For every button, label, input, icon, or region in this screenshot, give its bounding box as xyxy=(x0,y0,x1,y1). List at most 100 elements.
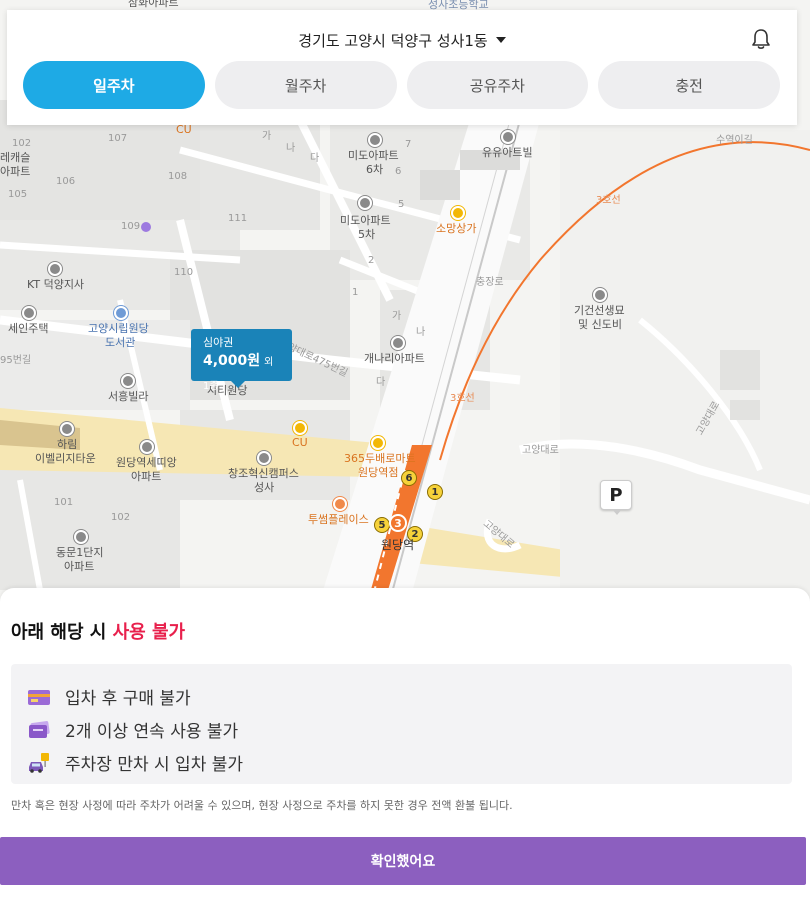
map-label-95beon: 95번길 xyxy=(0,355,32,366)
parking-type-tabs: 일주차 월주차 공유주차 충전 xyxy=(23,61,780,109)
map-label-110: 110 xyxy=(174,267,194,278)
map-label-wdsd-2: 아파트 xyxy=(131,470,162,483)
map-label-gaenari: 개나리아파트 xyxy=(364,352,425,365)
map-label-101: 101 xyxy=(54,497,74,508)
confirm-button[interactable]: 확인했어요 xyxy=(0,837,806,885)
location-text: 경기도 고양시 덕양구 성사1동 xyxy=(298,31,488,50)
restriction-list: 입차 후 구매 불가 2개 이상 연속 사용 불가 주차장 만차 시 입차 불가 xyxy=(11,664,792,784)
map-label-cu-bottom: CU xyxy=(292,436,308,449)
apartment-icon xyxy=(60,422,74,436)
map-label-sein: 세인주택 xyxy=(8,322,49,335)
map-label-hallim-2: 이벨리지타운 xyxy=(35,452,96,465)
map-label-5: 5 xyxy=(398,199,405,210)
restriction-text: 입차 후 구매 불가 xyxy=(65,689,191,709)
store-icon xyxy=(293,421,307,435)
apartment-icon xyxy=(140,440,154,454)
map-label-lemcastle-2: 아파트 xyxy=(0,165,31,178)
restriction-item: 2개 이상 연속 사용 불가 xyxy=(27,713,776,746)
apartment-icon xyxy=(368,133,382,147)
map-label-library-2: 도서관 xyxy=(105,336,136,349)
map-label-chungjang: 충장로 xyxy=(476,277,504,288)
map-label-line3-bottom: 3호선 xyxy=(450,393,475,404)
map-label-2: 2 xyxy=(368,255,375,266)
apartment-icon xyxy=(391,336,405,350)
map-label-na: 나 xyxy=(286,143,296,154)
map-label-hallim: 하림 xyxy=(57,438,78,451)
parking-lot-marker[interactable]: P xyxy=(600,480,632,515)
library-icon xyxy=(114,306,128,320)
current-location-dot xyxy=(141,222,151,232)
monument-icon xyxy=(593,288,607,302)
map-label-111: 111 xyxy=(228,213,248,224)
map-label-changjo-2: 성사 xyxy=(254,481,275,494)
map-label-109: 109 xyxy=(121,221,141,232)
school-icon xyxy=(257,451,271,465)
bell-icon[interactable] xyxy=(751,28,771,50)
map-label-mido5: 미도아파트 xyxy=(340,214,391,227)
map-label-suyeok: 수역이길 xyxy=(716,135,753,146)
house-icon xyxy=(121,374,135,388)
sheet-title-highlight: 사용 불가 xyxy=(112,622,186,643)
cafe-icon xyxy=(333,497,347,511)
map-label-library: 고양시립원당 xyxy=(88,322,149,335)
map-label-seoheung: 서흥빌라 xyxy=(108,390,149,403)
restriction-item: 주차장 만차 시 입차 불가 xyxy=(27,746,776,779)
map-label-mido6-b: 6차 xyxy=(366,163,384,176)
map-label-106: 106 xyxy=(56,176,76,187)
restriction-item: 입차 후 구매 불가 xyxy=(27,680,776,713)
restriction-text: 2개 이상 연속 사용 불가 xyxy=(65,722,239,742)
house-icon xyxy=(22,306,36,320)
map-label-dongmun: 동문1단지 xyxy=(56,546,104,559)
car-parking-icon xyxy=(29,752,49,773)
mart-icon xyxy=(371,436,385,450)
map-label-mart: 365두배로마트 xyxy=(344,452,416,465)
top-filter-card: 경기도 고양시 덕양구 성사1동 일주차 월주차 공유주차 충전 xyxy=(7,10,797,125)
location-selector[interactable]: 경기도 고양시 덕양구 성사1동 xyxy=(7,30,797,50)
map-label-ga: 가 xyxy=(262,131,272,142)
tab-daily-parking[interactable]: 일주차 xyxy=(23,61,205,109)
map-label-na-2: 나 xyxy=(416,327,426,338)
map-label-yuyu: 유유아트빌 xyxy=(482,146,533,159)
shopping-icon xyxy=(451,206,465,220)
map-label-wdsd: 원당역세띠앙 xyxy=(116,456,177,469)
tab-charging[interactable]: 충전 xyxy=(598,61,780,109)
exit-6-badge: 6 xyxy=(401,470,417,486)
map-label-107: 107 xyxy=(108,133,128,144)
map-label-102: 102 xyxy=(12,138,32,149)
office-icon xyxy=(48,262,62,276)
map-label-6: 6 xyxy=(395,166,402,177)
exit-1-badge: 1 xyxy=(427,484,443,500)
ticket-price: 4,000원 외 1종 xyxy=(203,350,280,398)
caret-down-icon xyxy=(495,37,506,43)
ticket-type: 심야권 xyxy=(203,336,234,349)
map-label-changjo: 창조혁신캠퍼스 xyxy=(228,467,299,480)
sheet-title: 아래 해당 시 사용 불가 xyxy=(11,618,185,644)
apartment-icon xyxy=(74,530,88,544)
map-label-7: 7 xyxy=(405,139,412,150)
map-label-goyangdaero-1: 고양대로 xyxy=(522,445,559,456)
map-label-da: 다 xyxy=(310,153,320,164)
map-label-1: 1 xyxy=(352,287,359,298)
ticket-icon xyxy=(29,720,50,738)
map-label-mido5-b: 5차 xyxy=(358,228,376,241)
tab-monthly-parking[interactable]: 월주차 xyxy=(214,61,397,109)
restriction-text: 주차장 만차 시 입차 불가 xyxy=(65,755,244,775)
map-label-kt: KT 덕양지사 xyxy=(27,278,85,291)
parking-price-marker[interactable]: 심야권 4,000원 외 1종 xyxy=(191,329,292,392)
ticket-price-value: 4,000원 xyxy=(203,353,261,369)
map-label-twosome: 투썸플레이스 xyxy=(308,513,369,526)
map-label-samhwa: 삼화아파트 xyxy=(128,0,179,9)
map-label-dongmun-2: 아파트 xyxy=(64,560,95,573)
card-icon xyxy=(28,689,50,705)
refund-notice: 만차 혹은 현장 사정에 따라 주차가 어려울 수 있으며, 현장 사정으로 주… xyxy=(11,799,513,812)
tab-shared-parking[interactable]: 공유주차 xyxy=(406,61,589,109)
map-label-mido6: 미도아파트 xyxy=(348,149,399,162)
map-label-line3-top: 3호선 xyxy=(596,195,621,206)
apartment-icon xyxy=(358,196,372,210)
map-label-ga-2: 가 xyxy=(392,311,402,322)
subway-line-3-icon: 3 xyxy=(389,514,407,532)
map-label-station: 원당역 xyxy=(381,538,415,552)
map-label-gigun-2: 및 신도비 xyxy=(578,318,622,331)
restriction-sheet: 아래 해당 시 사용 불가 입차 후 구매 불가 2개 이상 연속 사용 불가 xyxy=(0,588,810,900)
map-label-lemcastle: 레캐슬 xyxy=(0,151,31,164)
